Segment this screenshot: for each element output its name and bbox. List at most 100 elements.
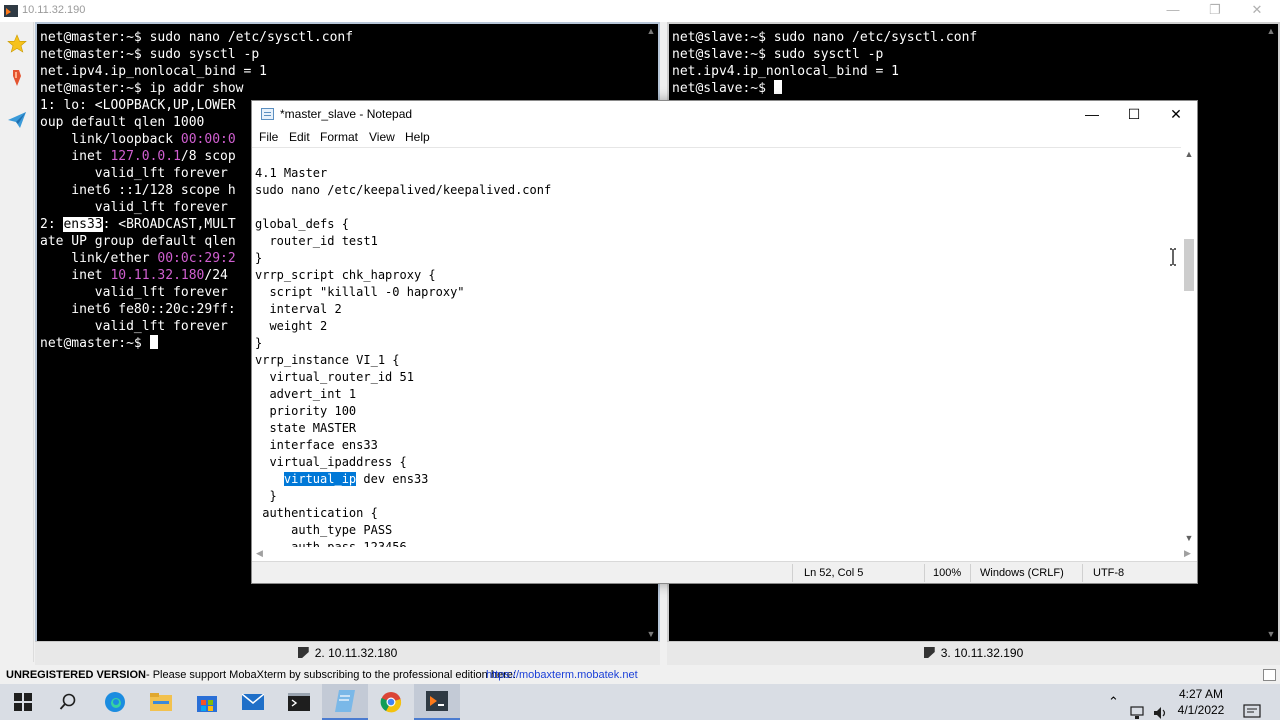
menu-help[interactable]: Help <box>405 130 430 144</box>
show-hidden-icons-chevron-icon[interactable]: ⌃ <box>1108 694 1119 720</box>
menu-format[interactable]: Format <box>320 130 358 144</box>
notepad-text-area[interactable]: 4.1 Master sudo nano /etc/keepalived/keep… <box>252 147 1181 547</box>
text-cursor <box>149 335 158 349</box>
code-line: vrrp_instance VI_1 { <box>255 352 551 369</box>
menu-view[interactable]: View <box>369 130 395 144</box>
clock-time: 4:27 AM <box>1178 687 1224 701</box>
scroll-down-arrow-icon[interactable]: ▼ <box>646 629 656 639</box>
notepad-minimize-button[interactable]: — <box>1070 101 1114 127</box>
status-divider <box>1082 564 1083 582</box>
taskbar-edge[interactable] <box>92 684 138 720</box>
keyboard-icon[interactable] <box>1263 669 1276 681</box>
code-line: interval 2 <box>255 301 551 318</box>
scroll-up-arrow-icon[interactable]: ▲ <box>1181 149 1197 159</box>
scrollbar-thumb[interactable] <box>1184 239 1194 291</box>
notepad-text: 4.1 Master sudo nano /etc/keepalived/keep… <box>255 165 551 547</box>
terminal-text: 00:00:0 <box>180 132 236 147</box>
menu-file[interactable]: File <box>259 130 278 144</box>
terminal-line: net@slave:~$ <box>672 80 977 97</box>
code-text: interface ens33 <box>255 438 378 452</box>
code-text: } <box>255 336 263 350</box>
windows-start-icon <box>14 693 32 711</box>
taskbar-file-explorer[interactable] <box>138 684 184 720</box>
terminal-text: net@slave:~$ <box>672 81 774 96</box>
code-line: auth_pass 123456 <box>255 539 551 547</box>
minimize-button[interactable]: — <box>1152 0 1194 22</box>
terminal-scrollbar[interactable]: ▲ ▼ <box>1264 24 1278 663</box>
terminal-text: link/loopback <box>40 132 181 147</box>
notepad-maximize-button[interactable]: ☐ <box>1112 101 1156 127</box>
code-text: dev ens33 <box>356 472 429 486</box>
code-text: } <box>255 489 277 503</box>
taskbar-clock[interactable]: 4:27 AM 4/1/2022 <box>1173 686 1229 718</box>
code-text: interval 2 <box>255 302 342 316</box>
taskbar-mobaxterm[interactable] <box>414 684 460 720</box>
mobatek-link[interactable]: https://mobaxterm.mobatek.net <box>486 666 638 684</box>
terminal-text: net@master:~$ <box>40 336 150 351</box>
sidebar <box>0 22 34 662</box>
notepad-icon <box>261 108 274 120</box>
terminal-text: 127.0.0.1 <box>110 149 181 164</box>
maximize-button[interactable]: ❐ <box>1194 0 1236 22</box>
notepad-close-button[interactable]: ✕ <box>1154 101 1198 127</box>
terminal-text: inet <box>40 268 111 283</box>
terminal-output: net@slave:~$ sudo nano /etc/sysctl.conf n… <box>672 29 977 97</box>
status-divider <box>924 564 925 582</box>
scroll-up-arrow-icon[interactable]: ▲ <box>646 26 656 36</box>
scroll-down-arrow-icon[interactable]: ▼ <box>1266 629 1276 639</box>
menu-edit[interactable]: Edit <box>289 130 310 144</box>
terminal-text: link/ether <box>40 251 158 266</box>
terminal-text: ate UP group default qlen <box>40 234 236 249</box>
taskbar-chrome[interactable] <box>368 684 414 720</box>
terminal-text: inet6 fe80::20c:29ff: <box>40 302 236 317</box>
code-line: priority 100 <box>255 403 551 420</box>
terminal-text: : <BROADCAST,MULT <box>102 217 236 232</box>
terminal-text: inet6 ::1/128 scope h <box>40 183 236 198</box>
taskbar-mail[interactable] <box>230 684 276 720</box>
cursor-position: Ln 52, Col 5 <box>804 567 864 579</box>
code-line: script "killall -0 haproxy" <box>255 284 551 301</box>
store-icon <box>197 696 217 712</box>
search-button[interactable] <box>45 684 91 720</box>
terminal-line: net@master:~$ sudo nano /etc/sysctl.conf <box>40 29 353 46</box>
windows-start-button[interactable] <box>0 684 46 720</box>
scroll-up-arrow-icon[interactable]: ▲ <box>1266 26 1276 36</box>
star-icon[interactable] <box>7 34 27 54</box>
taskbar-notepad[interactable] <box>322 684 368 720</box>
code-text: virtual_ipaddress { <box>255 455 407 469</box>
code-line: 4.1 Master <box>255 165 551 182</box>
notepad-titlebar[interactable]: *master_slave - Notepad — ☐ ✕ <box>252 101 1197 127</box>
notepad-horizontal-scrollbar[interactable]: ◀ ▶ <box>252 547 1197 561</box>
terminal-line: net@master:~$ sudo sysctl -p <box>40 46 353 63</box>
code-text: state MASTER <box>255 421 357 435</box>
notifications-icon[interactable] <box>1243 694 1261 720</box>
terminal-text: 1: lo: <LOOPBACK,UP,LOWER <box>40 98 236 113</box>
edge-icon <box>105 692 125 712</box>
close-button[interactable]: ✕ <box>1236 0 1278 22</box>
send-icon[interactable] <box>7 110 27 130</box>
scroll-down-arrow-icon[interactable]: ▼ <box>1181 533 1197 543</box>
terminal-line: net.ipv4.ip_nonlocal_bind = 1 <box>40 63 353 80</box>
terminal-text: valid_lft forever <box>40 166 228 181</box>
scroll-left-arrow-icon[interactable]: ◀ <box>256 548 263 559</box>
code-line: vrrp_script chk_haproxy { <box>255 267 551 284</box>
terminal-tab-slave[interactable]: 3. 10.11.32.190 <box>667 641 1280 665</box>
tools-icon[interactable] <box>7 68 27 88</box>
line-ending: Windows (CRLF) <box>980 567 1064 579</box>
selected-text: ens33 <box>63 217 103 232</box>
encoding: UTF-8 <box>1093 567 1125 579</box>
notepad-vertical-scrollbar[interactable]: ▲ ▼ <box>1181 147 1197 547</box>
network-icon[interactable] <box>1130 695 1146 720</box>
code-line: global_defs { <box>255 216 551 233</box>
zoom-level: 100% <box>933 567 962 579</box>
taskbar-store[interactable] <box>184 684 230 720</box>
code-text: priority 100 <box>255 404 357 418</box>
terminal-tab-master[interactable]: 2. 10.11.32.180 <box>35 641 660 665</box>
terminal-line: net@master:~$ ip addr show <box>40 80 353 97</box>
code-line: virtual_ip dev ens33 <box>255 471 551 488</box>
notepad-menubar: File Edit Format View Help <box>252 127 1197 147</box>
taskbar-terminal[interactable] <box>276 684 322 720</box>
scroll-right-arrow-icon[interactable]: ▶ <box>1184 548 1191 559</box>
code-text: vrrp_script chk_haproxy { <box>255 268 436 282</box>
volume-icon[interactable] <box>1153 695 1169 720</box>
